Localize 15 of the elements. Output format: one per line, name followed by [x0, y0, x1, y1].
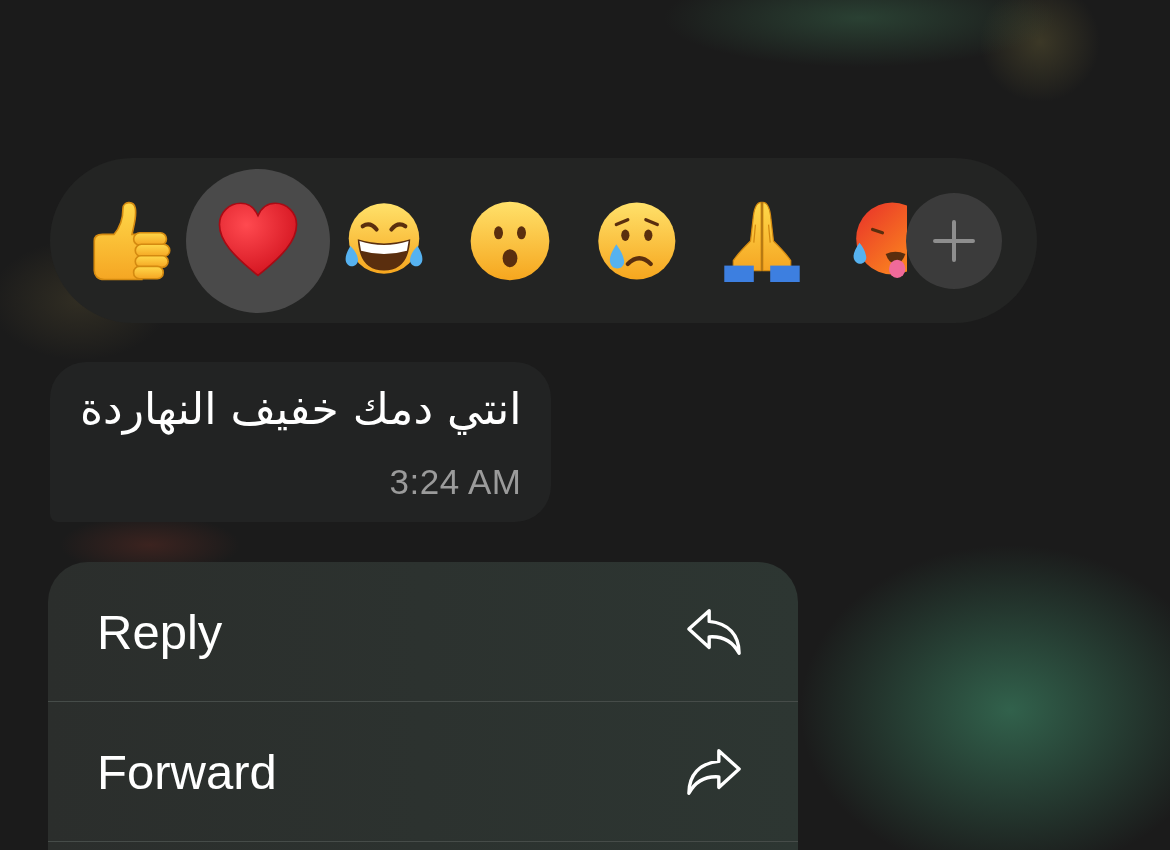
menu-item[interactable]: Reply: [48, 562, 798, 702]
reaction-button[interactable]: [721, 199, 803, 282]
reaction-button[interactable]: [469, 199, 551, 282]
crying-face-icon: [595, 199, 677, 282]
message-time: 3:24 AM: [389, 462, 522, 502]
praying-hands-icon: [721, 199, 803, 282]
reply-arrow-icon: [686, 606, 742, 657]
reaction-button[interactable]: [595, 199, 677, 282]
message-text: انتي دمك خفيف النهاردة: [80, 382, 522, 437]
menu-item[interactable]: Forward: [48, 702, 798, 842]
thumbs-up-icon: [91, 199, 173, 282]
surprised-face-icon: [469, 199, 551, 282]
forward-arrow-icon: [686, 746, 742, 797]
plus-icon: [933, 219, 975, 262]
reaction-button[interactable]: [91, 199, 173, 282]
